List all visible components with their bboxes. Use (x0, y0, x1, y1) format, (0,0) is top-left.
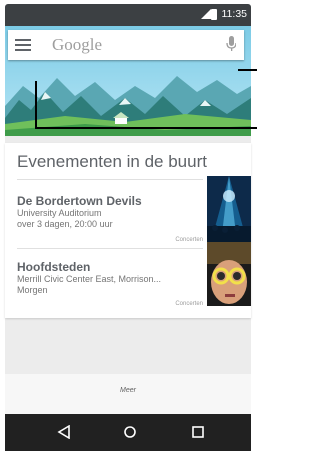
event-venue: Merrill Civic Center East, Morrison... (17, 274, 162, 284)
status-time: 11:35 (221, 8, 248, 20)
event-category: Concerten (175, 301, 203, 307)
event-name: De Bordertown Devils (17, 194, 142, 208)
event-thumbnail-selfie[interactable] (207, 242, 251, 306)
back-icon[interactable] (57, 425, 71, 439)
event-time: over 3 dagen, 20:00 uur (17, 219, 113, 229)
more-card[interactable]: Meer (5, 374, 251, 414)
battery-icon (211, 9, 217, 20)
menu-icon[interactable] (15, 39, 31, 51)
event-time: Morgen (17, 285, 48, 295)
event-item[interactable]: De Bordertown Devils University Auditori… (17, 194, 203, 246)
callout-line-menu-vertical (35, 81, 37, 129)
event-thumbnail-concert[interactable] (207, 176, 251, 242)
search-bar[interactable]: Google (8, 30, 244, 60)
more-button[interactable]: Meer (5, 387, 251, 394)
callout-line-mic (238, 69, 257, 71)
card-title: Evenementen in de buurt (17, 152, 207, 171)
event-category: Concerten (175, 237, 203, 243)
event-item[interactable]: Hoofdsteden Merrill Civic Center East, M… (17, 260, 203, 310)
navigation-bar (5, 414, 251, 451)
card-divider (17, 179, 203, 180)
callout-line-menu-horizontal (35, 127, 257, 129)
event-divider (17, 248, 203, 249)
signal-icon (201, 9, 211, 19)
home-icon[interactable] (123, 425, 137, 439)
recents-icon[interactable] (191, 425, 205, 439)
search-input[interactable]: Google (52, 35, 102, 55)
event-name: Hoofdsteden (17, 260, 91, 274)
event-venue: University Auditorium (17, 208, 102, 218)
status-bar: 11:35 (5, 4, 251, 26)
microphone-icon[interactable] (226, 36, 236, 52)
